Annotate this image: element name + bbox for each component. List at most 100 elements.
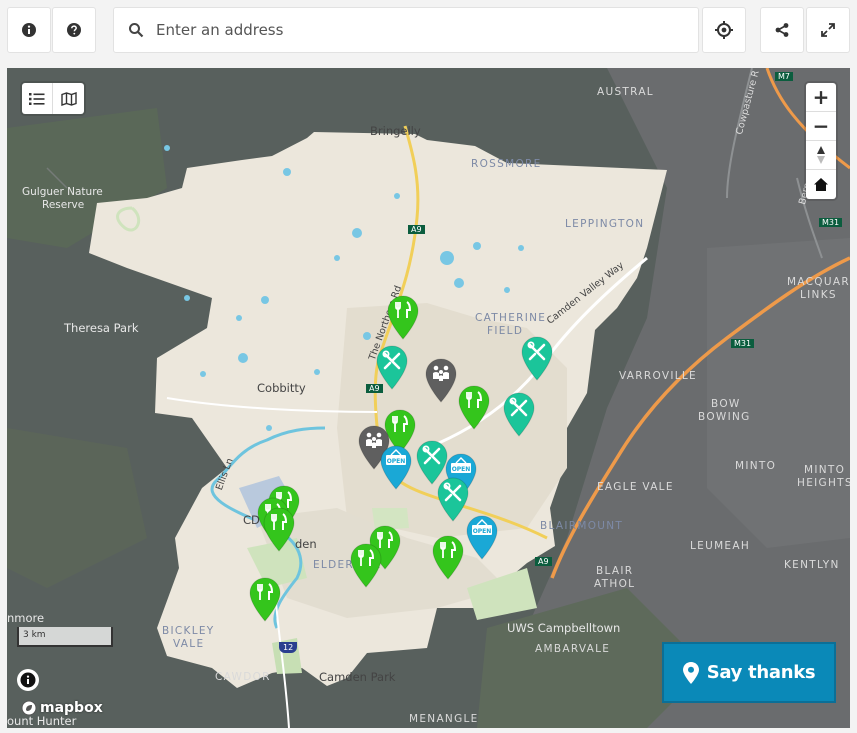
label-minto-heights-1: MINTO	[804, 464, 846, 476]
label-blair-2: ATHOL	[594, 578, 636, 590]
address-search[interactable]	[113, 7, 699, 53]
map[interactable]: AUSTRAL Bringelly ROSSMORE LEPPINGTON Gu…	[7, 68, 850, 728]
label-ambarvale: AMBARVALE	[535, 643, 611, 655]
label-minto-heights-2: HEIGHTS	[797, 477, 850, 489]
label-nmore: nmore	[7, 611, 45, 625]
map-marker-food[interactable]	[261, 506, 297, 552]
label-bow-2: BOWING	[698, 411, 751, 423]
expand-icon	[821, 23, 835, 37]
shield-a9-1: A9	[408, 225, 425, 234]
map-marker-food[interactable]	[247, 576, 283, 622]
list-icon	[29, 92, 45, 105]
mapbox-text: mapbox	[40, 700, 103, 716]
fork-knife-icon	[350, 543, 382, 588]
label-macquarie-2: LINKS	[800, 289, 837, 301]
map-view-button[interactable]	[53, 83, 84, 114]
label-eagle-vale: EAGLE VALE	[597, 481, 674, 493]
view-toggle	[22, 83, 84, 114]
say-thanks-button[interactable]: Say thanks	[662, 642, 836, 703]
map-marker-open[interactable]: OPEN	[464, 514, 500, 560]
tools-icon	[521, 336, 553, 381]
shield-12: 12	[279, 642, 298, 653]
open-sign-icon: OPEN	[380, 445, 412, 490]
search-input[interactable]	[156, 21, 656, 39]
label-rossmore: ROSSMORE	[471, 158, 542, 170]
label-austral: AUSTRAL	[597, 86, 654, 98]
mapbox-logo[interactable]: mapbox	[21, 700, 103, 716]
svg-text:OPEN: OPEN	[387, 458, 406, 465]
info-icon	[22, 23, 36, 37]
label-blairmount: BLAIRMOUNT	[540, 520, 624, 532]
label-leppington: LEPPINGTON	[565, 218, 645, 230]
open-sign-icon: OPEN	[466, 515, 498, 560]
shield-m7: M7	[775, 72, 793, 81]
label-ount-hunter: ount Hunter	[7, 714, 77, 728]
locate-button[interactable]	[702, 7, 746, 53]
label-menangle: MENANGLE	[409, 713, 479, 725]
label-gulguer-1: Gulguer Nature	[22, 186, 103, 198]
list-view-button[interactable]	[22, 83, 53, 114]
map-icon	[60, 91, 77, 106]
label-catherine-1: CATHERINE	[475, 312, 547, 324]
location-pin-icon	[682, 661, 699, 684]
scale-bar: 3 km	[17, 627, 113, 647]
map-marker-food[interactable]	[385, 294, 421, 340]
label-gulguer-2: Reserve	[42, 199, 85, 211]
map-marker-services[interactable]	[374, 344, 410, 390]
navigation-controls: + −	[806, 83, 836, 199]
map-marker-food[interactable]	[430, 534, 466, 580]
compass-icon	[817, 146, 825, 164]
label-cobbitty: Cobbitty	[257, 381, 306, 395]
share-button[interactable]	[760, 7, 804, 53]
crosshair-icon	[715, 21, 733, 39]
shield-a9-3: A9	[535, 557, 552, 566]
tools-icon	[376, 345, 408, 390]
home-button[interactable]	[806, 170, 836, 199]
label-bringelly: Bringelly	[370, 124, 421, 138]
search-icon	[129, 23, 144, 38]
svg-text:OPEN: OPEN	[452, 466, 471, 473]
map-marker-food[interactable]	[456, 384, 492, 430]
info-button[interactable]	[7, 7, 51, 53]
people-icon	[425, 358, 457, 403]
label-varroville: VARROVILLE	[619, 370, 697, 382]
fullscreen-button[interactable]	[806, 7, 850, 53]
toolbar	[0, 0, 857, 62]
label-minto: MINTO	[735, 460, 777, 472]
zoom-in-button[interactable]: +	[806, 83, 836, 112]
label-catherine-2: FIELD	[487, 325, 524, 337]
label-leumeah: LEUMEAH	[690, 540, 751, 552]
fork-knife-icon	[458, 385, 490, 430]
home-icon	[814, 178, 828, 191]
map-marker-services[interactable]	[519, 335, 555, 381]
svg-text:OPEN: OPEN	[473, 528, 492, 535]
map-marker-open[interactable]: OPEN	[378, 444, 414, 490]
map-marker-food[interactable]	[348, 542, 384, 588]
label-theresa-park: Theresa Park	[64, 321, 139, 335]
label-camden-park: Camden Park	[319, 670, 396, 684]
fork-knife-icon	[432, 535, 464, 580]
label-bickley-1: BICKLEY	[162, 625, 215, 637]
say-thanks-label: Say thanks	[706, 662, 816, 683]
fork-knife-icon	[387, 295, 419, 340]
label-blair-1: BLAIR	[596, 565, 634, 577]
mapbox-logo-icon	[21, 700, 37, 716]
zoom-out-button[interactable]: −	[806, 112, 836, 141]
help-button[interactable]	[52, 7, 96, 53]
fork-knife-icon	[263, 507, 295, 552]
label-macquarie-1: MACQUARIE	[787, 276, 850, 288]
fork-knife-icon	[249, 577, 281, 622]
label-bickley-2: VALE	[173, 638, 205, 650]
share-icon	[775, 23, 789, 37]
attribution-info-button[interactable]	[17, 669, 39, 691]
label-uws-campbelltown: UWS Campbelltown	[507, 621, 621, 635]
map-marker-community[interactable]	[423, 357, 459, 403]
info-icon	[20, 672, 36, 688]
compass-button[interactable]	[806, 141, 836, 170]
map-marker-services[interactable]	[501, 391, 537, 437]
label-den: den	[295, 537, 317, 551]
shield-m31-1: M31	[819, 218, 843, 227]
help-icon	[67, 23, 81, 37]
label-bow-1: BOW	[711, 398, 741, 410]
tools-icon	[503, 392, 535, 437]
